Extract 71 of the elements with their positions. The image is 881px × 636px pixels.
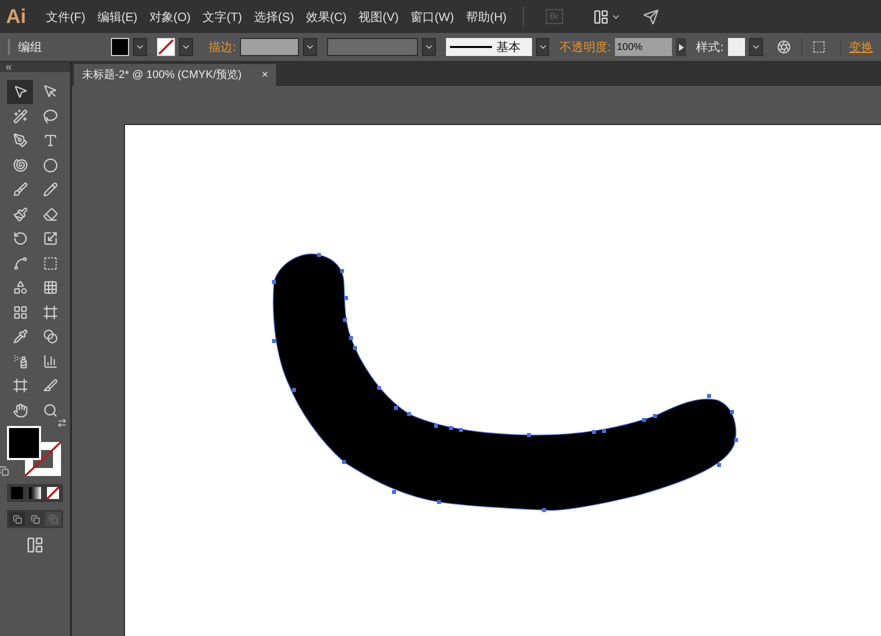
color-mode-button[interactable] bbox=[9, 486, 25, 500]
fill-swatch[interactable] bbox=[111, 38, 129, 56]
stroke-dropdown[interactable] bbox=[178, 38, 193, 56]
style-dropdown[interactable] bbox=[749, 38, 764, 56]
arrow-pointer-icon bbox=[12, 84, 28, 100]
document-tab[interactable]: 未标题-2* @ 100% (CMYK/预览) × bbox=[74, 64, 276, 86]
spiral-icon bbox=[12, 158, 28, 173]
variable-width-field[interactable] bbox=[327, 38, 418, 56]
selection-label: 编组 bbox=[18, 39, 43, 56]
menu-item[interactable]: 选择(S) bbox=[254, 8, 294, 26]
spline-icon bbox=[12, 256, 28, 271]
brush-icon bbox=[12, 182, 28, 198]
blend-icon bbox=[42, 329, 58, 344]
bar-chart-icon bbox=[42, 354, 58, 369]
opacity-field[interactable]: 100% bbox=[614, 38, 672, 56]
menu-item[interactable]: 窗口(W) bbox=[410, 8, 454, 26]
fill-color-swatch[interactable] bbox=[7, 426, 41, 460]
align-icon[interactable] bbox=[812, 40, 826, 54]
collapse-icon[interactable] bbox=[4, 62, 13, 72]
stroke-weight-dropdown[interactable] bbox=[303, 38, 318, 56]
brush-field[interactable]: 基本 bbox=[446, 38, 532, 56]
menu-item[interactable]: 对象(O) bbox=[149, 8, 191, 26]
menu-item[interactable]: 文件(F) bbox=[46, 8, 86, 26]
layout-icon bbox=[592, 8, 609, 24]
menu-item[interactable]: 视图(V) bbox=[358, 8, 399, 26]
paintbrush-icon bbox=[12, 206, 28, 222]
tool-button[interactable] bbox=[7, 80, 33, 104]
pencil-icon bbox=[42, 182, 58, 198]
stroke-swatch[interactable] bbox=[156, 38, 175, 56]
overlap-squares-icon bbox=[30, 514, 40, 524]
menu-item[interactable]: 帮助(H) bbox=[466, 8, 507, 26]
app-logo: Ai bbox=[6, 4, 26, 30]
workspace-switcher[interactable] bbox=[592, 8, 621, 24]
artboard-icon bbox=[12, 378, 28, 394]
close-button[interactable]: × bbox=[262, 66, 268, 84]
draw-normal-button[interactable] bbox=[9, 512, 25, 526]
brush-dropdown[interactable] bbox=[536, 38, 550, 56]
knife-icon bbox=[42, 378, 58, 394]
menu-item[interactable]: 效果(C) bbox=[306, 8, 347, 26]
hand-icon bbox=[12, 402, 28, 418]
search-icon bbox=[42, 402, 58, 418]
magic-wand-icon bbox=[12, 108, 28, 124]
stroke-weight-field[interactable] bbox=[240, 38, 300, 56]
mesh-icon bbox=[12, 304, 28, 320]
eyedropper-icon bbox=[12, 329, 28, 344]
grid-icon bbox=[42, 280, 58, 296]
spray-can-icon bbox=[12, 354, 28, 369]
ellipse-icon bbox=[42, 158, 58, 173]
swap-icon[interactable] bbox=[57, 418, 67, 428]
eraser-icon bbox=[42, 206, 58, 222]
lasso-icon bbox=[42, 108, 58, 124]
pointer-icon bbox=[42, 84, 58, 100]
type-icon bbox=[42, 133, 58, 148]
menu-item[interactable]: 文字(T) bbox=[202, 8, 242, 26]
none-mode-button[interactable] bbox=[45, 486, 61, 500]
style-label: 样式: bbox=[696, 39, 724, 56]
fill-dropdown[interactable] bbox=[132, 38, 147, 56]
overlap-squares-icon bbox=[48, 514, 58, 524]
shapes-icon bbox=[12, 280, 28, 296]
pen-icon bbox=[12, 133, 28, 148]
style-swatch[interactable] bbox=[728, 38, 746, 56]
recolor-icon[interactable] bbox=[777, 40, 792, 54]
dashed-square-icon bbox=[42, 256, 58, 271]
rotate-icon bbox=[12, 231, 28, 246]
variable-width-dropdown[interactable] bbox=[422, 38, 436, 56]
gradient-mode-button[interactable] bbox=[27, 486, 43, 500]
menu-item[interactable]: 编辑(E) bbox=[97, 8, 138, 26]
scale-icon bbox=[42, 231, 58, 246]
overlap-squares-icon bbox=[12, 514, 22, 524]
screen-mode-icon[interactable] bbox=[26, 536, 44, 554]
default-colors-icon[interactable] bbox=[0, 466, 9, 476]
